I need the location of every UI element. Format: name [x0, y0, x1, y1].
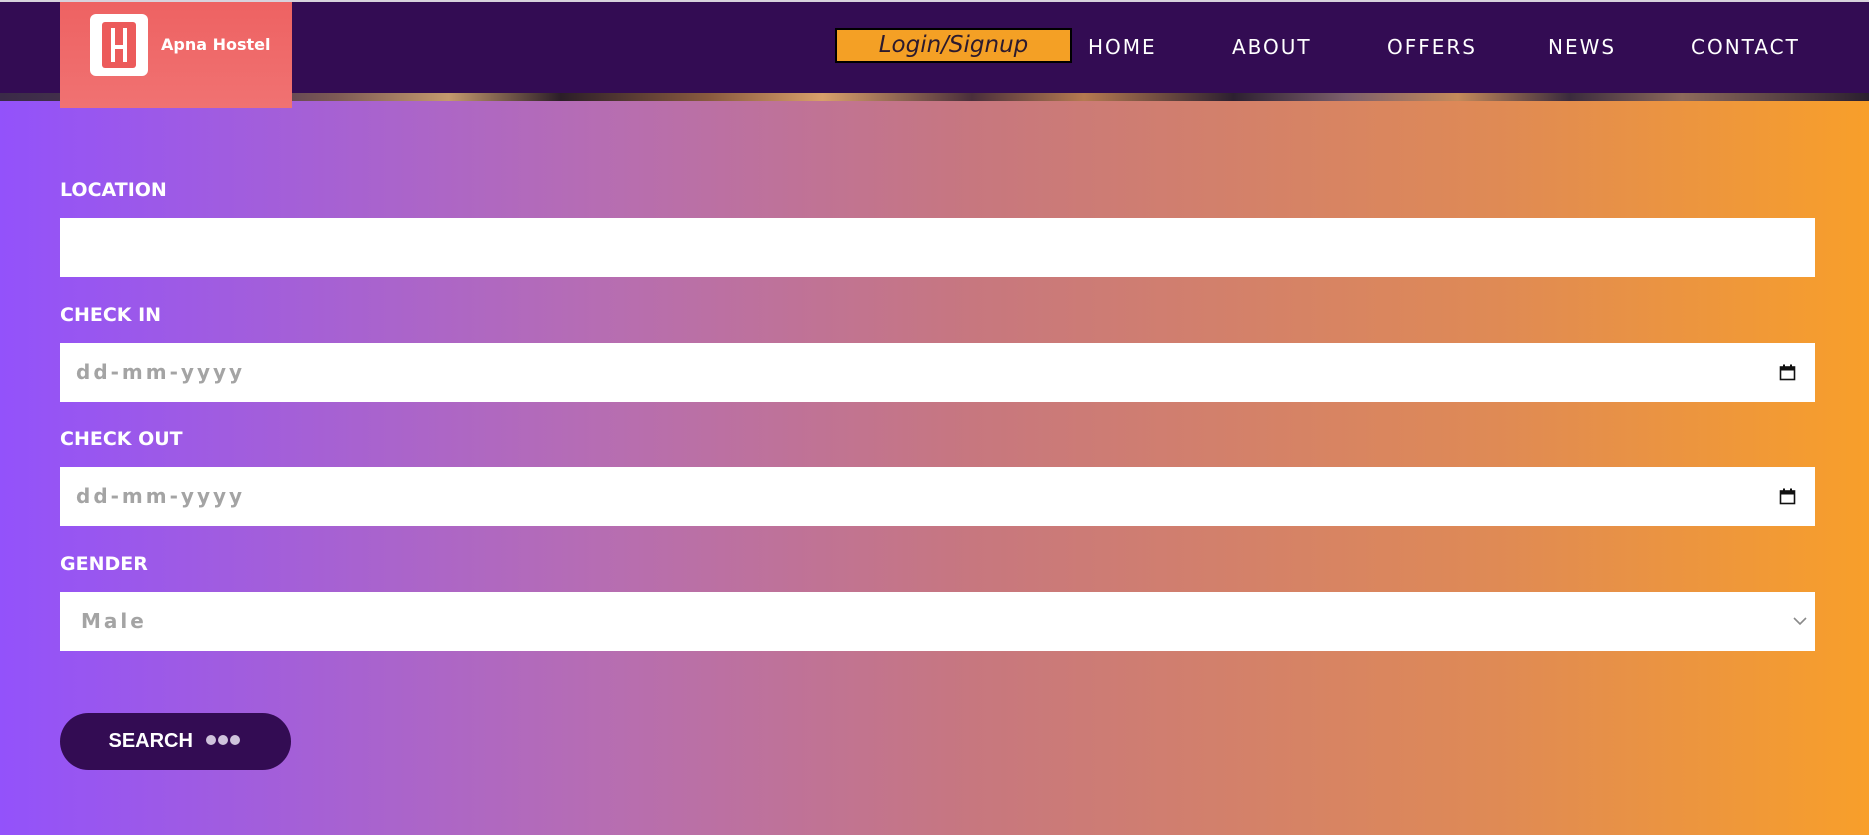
login-signup-button[interactable]: Login/Signup: [835, 28, 1072, 63]
chevron-down-icon: [1793, 617, 1807, 626]
nav-offers[interactable]: OFFERS: [1387, 35, 1477, 59]
logo-icon: [90, 14, 148, 76]
calendar-icon[interactable]: [1779, 488, 1796, 505]
calendar-icon[interactable]: [1779, 364, 1796, 381]
brand-logo[interactable]: Apna Hostel: [60, 2, 292, 108]
check-in-label: CHECK IN: [60, 304, 162, 326]
nav-contact[interactable]: CONTACT: [1691, 35, 1800, 59]
nav-about[interactable]: ABOUT: [1232, 35, 1312, 59]
nav-news[interactable]: NEWS: [1548, 35, 1616, 59]
search-button[interactable]: SEARCH: [60, 713, 291, 770]
check-in-date-input[interactable]: dd-mm-yyyy: [60, 343, 1815, 402]
gender-label: GENDER: [60, 553, 148, 575]
location-input[interactable]: [60, 218, 1815, 277]
gender-selected-value: Male: [81, 609, 147, 633]
check-in-value: dd-mm-yyyy: [76, 360, 246, 384]
nav-home[interactable]: HOME: [1088, 35, 1157, 59]
check-out-date-input[interactable]: dd-mm-yyyy: [60, 467, 1815, 526]
check-out-label: CHECK OUT: [60, 428, 183, 450]
location-label: LOCATION: [60, 179, 167, 201]
search-button-label: SEARCH: [108, 730, 193, 752]
check-out-value: dd-mm-yyyy: [76, 484, 246, 508]
loading-dots-icon: [205, 734, 240, 745]
gender-select[interactable]: Male: [60, 592, 1815, 651]
brand-name: Apna Hostel: [161, 35, 271, 54]
